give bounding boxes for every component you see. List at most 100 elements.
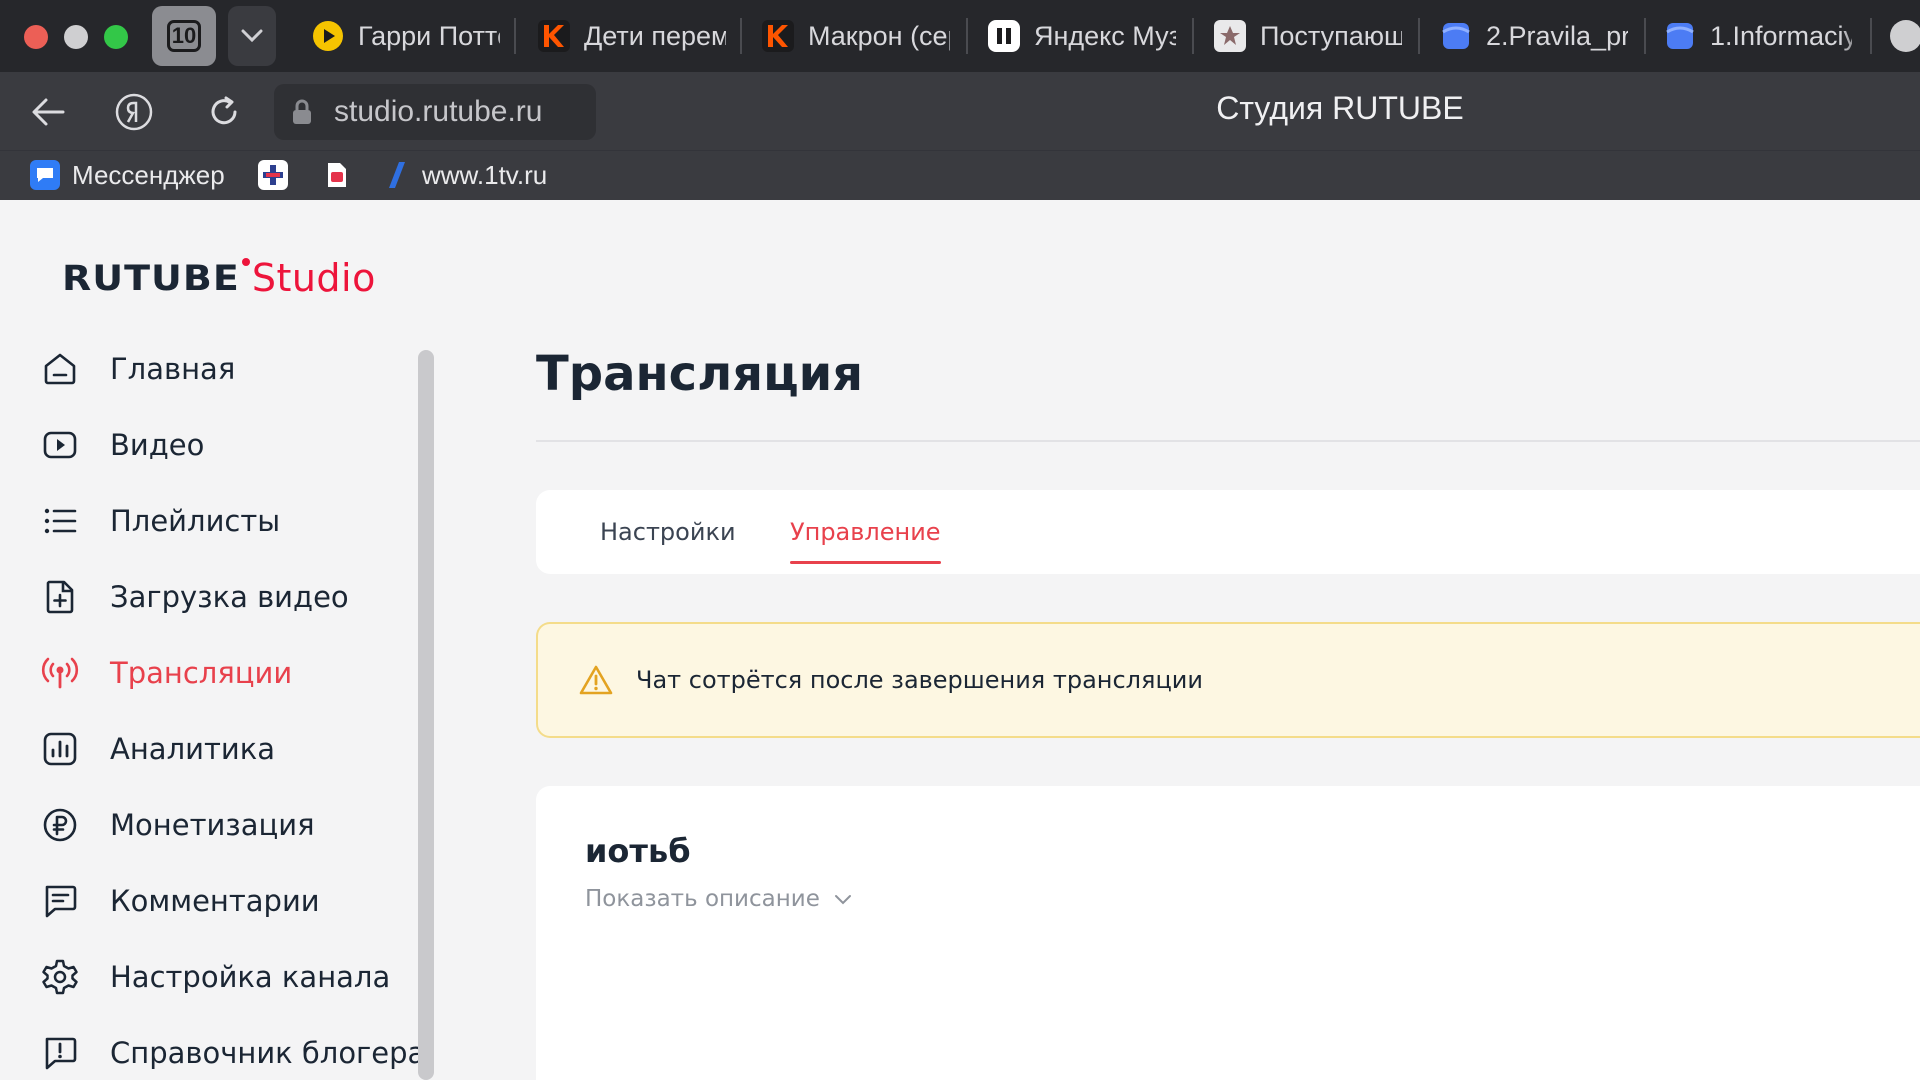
back-button[interactable]	[28, 92, 68, 132]
tab-separator	[514, 18, 516, 54]
sidebar-item-label: Монетизация	[110, 808, 315, 842]
bookmark-1tv[interactable]: www.1tv.ru	[380, 158, 547, 192]
home-icon	[40, 349, 80, 389]
tab-separator	[966, 18, 968, 54]
sidebar-item-label: Трансляции	[110, 656, 293, 690]
tab-title: Макрон (сериал)	[808, 20, 950, 51]
globe-icon	[1890, 20, 1920, 52]
alert-text: Чат сотрётся после завершения трансляции	[636, 666, 1203, 694]
rutube-studio-logo[interactable]: RUTUBE Studio	[62, 252, 376, 300]
chevron-down-icon	[834, 895, 851, 905]
sidebar-item-channel-settings[interactable]: Настройка канала	[40, 952, 390, 1002]
upload-file-icon	[40, 577, 80, 617]
video-icon	[40, 425, 80, 465]
arrow-left-icon	[32, 98, 65, 126]
tabs-container: Настройки Управление	[536, 490, 1920, 574]
browser-tab[interactable]: Яндекс Музыка	[988, 8, 1176, 64]
broadcast-icon	[40, 653, 80, 693]
url-field[interactable]: studio.rutube.ru	[274, 84, 596, 140]
close-window-button[interactable]	[24, 25, 48, 49]
tab-counter-button[interactable]: 10	[152, 6, 216, 66]
sidebar-item-home[interactable]: Главная	[40, 344, 235, 394]
sidebar-item-playlists[interactable]: Плейлисты	[40, 496, 280, 546]
messenger-icon	[30, 160, 60, 190]
browser-tab[interactable]: Дети перемен	[538, 8, 726, 64]
show-description-toggle[interactable]: Показать описание	[585, 886, 852, 912]
kinopoisk-icon	[762, 20, 794, 52]
logo-main-text: RUTUBE	[62, 257, 240, 299]
maximize-window-button[interactable]	[104, 25, 128, 49]
1tv-icon	[380, 160, 410, 190]
hospital-icon	[258, 160, 288, 190]
warning-icon	[579, 665, 613, 695]
tab-title: Дети перемен	[584, 20, 726, 51]
logo-studio-text: Studio	[251, 256, 376, 300]
tab-separator	[1418, 18, 1420, 54]
chat-warning-alert: Чат сотрётся после завершения трансляции	[536, 622, 1920, 738]
tab-title: 1.Informaciya	[1710, 20, 1852, 51]
yandex-button[interactable]	[114, 92, 154, 132]
sidebar-item-label: Видео	[110, 428, 205, 462]
tab-title: 2.Pravila_priema	[1486, 20, 1628, 51]
sidebar-item-upload[interactable]: Загрузка видео	[40, 572, 349, 622]
sidebar-item-label: Плейлисты	[110, 504, 281, 538]
reload-button[interactable]	[204, 92, 244, 132]
gear-icon	[40, 957, 80, 997]
bookmark-hospital[interactable]	[258, 158, 288, 192]
browser-tab[interactable]: 2.Pravila_priema	[1440, 8, 1628, 64]
show-description-label: Показать описание	[585, 886, 820, 912]
chevron-down-icon	[241, 29, 263, 43]
sidebar-item-broadcasts[interactable]: Трансляции	[40, 648, 292, 698]
tab-separator	[1870, 18, 1872, 54]
kinopoisk-icon	[538, 20, 570, 52]
sidebar-item-analytics[interactable]: Аналитика	[40, 724, 275, 774]
bookmark-label: Мессенджер	[72, 159, 225, 190]
cube-icon	[1440, 20, 1472, 52]
tabs-menu-button[interactable]	[228, 6, 276, 66]
tab-separator	[1644, 18, 1646, 54]
tab-title: Яндекс Музыка	[1034, 20, 1176, 51]
sidebar-item-comments[interactable]: Комментарии	[40, 876, 320, 926]
sidebar-item-monetization[interactable]: Монетизация	[40, 800, 315, 850]
document-icon	[322, 160, 352, 190]
cube-icon	[1664, 20, 1696, 52]
sidebar-item-blogger-guide[interactable]: Справочник блогера	[40, 1028, 425, 1078]
tab-separator	[740, 18, 742, 54]
list-icon	[40, 501, 80, 541]
sidebar-item-video[interactable]: Видео	[40, 420, 204, 470]
browser-tab[interactable]: Поступающим	[1214, 8, 1402, 64]
reload-icon	[211, 96, 237, 125]
bookmarks-bar	[0, 150, 1920, 200]
sidebar-item-label: Комментарии	[110, 884, 320, 918]
tab-management[interactable]: Управление	[790, 490, 941, 574]
minimize-window-button[interactable]	[64, 25, 88, 49]
analytics-icon	[40, 729, 80, 769]
tab-separator	[1192, 18, 1194, 54]
sidebar-scrollbar[interactable]	[418, 350, 434, 1080]
bookmark-document[interactable]	[322, 158, 352, 192]
browser-tab[interactable]: Гарри Поттер	[312, 8, 500, 64]
sidebar-item-label: Справочник блогера	[110, 1036, 426, 1070]
browser-page-title: Студия RUTUBE	[1216, 90, 1464, 126]
bookmark-messenger[interactable]: Мессенджер	[30, 158, 225, 192]
info-bubble-icon	[40, 1033, 80, 1073]
logo-dot	[241, 258, 250, 266]
tab-settings[interactable]: Настройки	[600, 490, 736, 574]
browser-tab-bar	[0, 0, 1920, 72]
sidebar-item-label: Загрузка видео	[110, 580, 349, 614]
browser-tab[interactable]	[1890, 8, 1920, 64]
comment-icon	[40, 881, 80, 921]
browser-tab[interactable]: 1.Informaciya	[1664, 8, 1852, 64]
emblem-icon	[1214, 20, 1246, 52]
pause-icon	[988, 20, 1020, 52]
ruble-icon	[40, 805, 80, 845]
browser-tab[interactable]: Макрон (сериал)	[762, 8, 950, 64]
stream-card	[536, 786, 1920, 1080]
sidebar-item-label: Настройка канала	[110, 960, 391, 994]
tab-title: Поступающим	[1260, 20, 1402, 51]
url-text: studio.rutube.ru	[334, 95, 543, 128]
sidebar-item-label: Главная	[110, 352, 236, 386]
title-divider	[536, 440, 1920, 442]
lock-icon	[293, 99, 311, 124]
page-title: Трансляция	[536, 346, 864, 402]
